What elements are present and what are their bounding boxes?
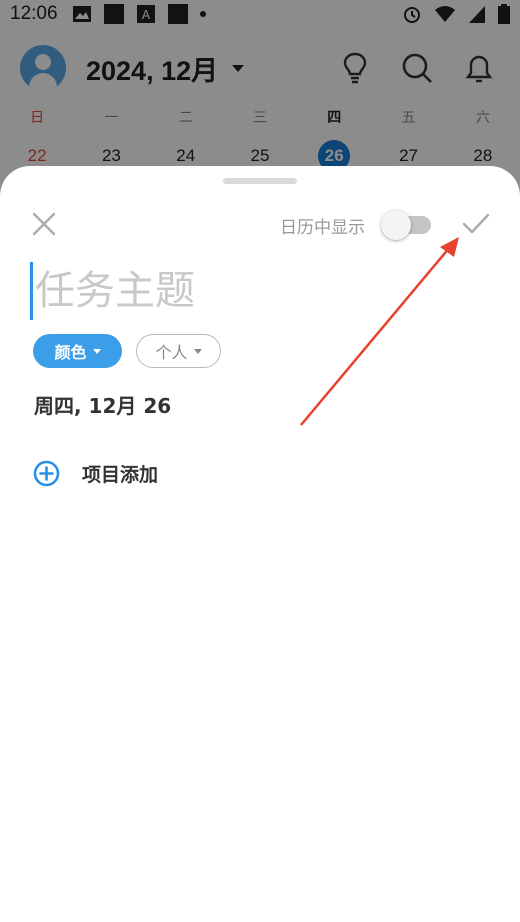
- close-icon[interactable]: [30, 210, 58, 238]
- task-date[interactable]: 周四, 12月 26: [34, 390, 171, 419]
- show-in-calendar-toggle[interactable]: [381, 210, 433, 240]
- category-chip-label: 个人: [155, 343, 188, 362]
- toggle-knob: [381, 210, 411, 240]
- show-in-calendar-label: 日历中显示: [280, 218, 365, 238]
- new-task-sheet: 日历中显示 颜色 个人 周四, 12月 26 项目添加: [0, 166, 520, 922]
- chevron-down-icon: [193, 348, 202, 354]
- chevron-down-icon: [92, 348, 101, 354]
- sheet-drag-handle[interactable]: [223, 178, 297, 184]
- task-title-input[interactable]: [30, 262, 490, 320]
- color-chip[interactable]: 颜色: [33, 334, 122, 368]
- add-item-button[interactable]: 项目添加: [33, 457, 158, 489]
- color-chip-label: 颜色: [54, 343, 87, 362]
- add-item-label: 项目添加: [82, 463, 159, 486]
- check-icon[interactable]: [460, 210, 492, 238]
- category-chip[interactable]: 个人: [136, 334, 221, 368]
- plus-circle-icon: [33, 460, 60, 486]
